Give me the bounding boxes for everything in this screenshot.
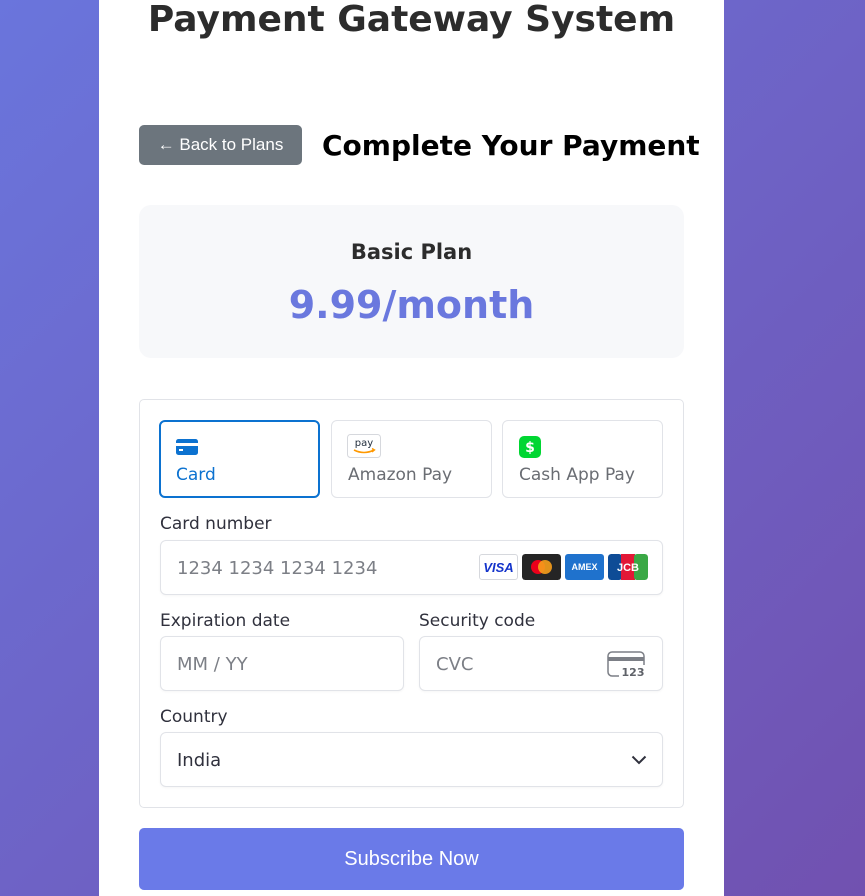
tab-card-label: Card: [176, 465, 216, 485]
mastercard-icon: [522, 554, 561, 580]
plan-summary: Basic Plan 9.99/month: [139, 205, 684, 358]
tab-cash-app-pay-label: Cash App Pay: [519, 465, 635, 485]
card-number-label: Card number: [160, 514, 272, 534]
plan-price: 9.99/month: [288, 283, 535, 327]
subscribe-button[interactable]: Subscribe Now: [139, 828, 684, 890]
amazon-pay-icon-text: pay: [355, 438, 373, 449]
expiration-input[interactable]: MM / YY: [160, 636, 404, 691]
jcb-icon-text: JCB: [617, 562, 639, 574]
country-label: Country: [160, 707, 228, 727]
jcb-icon: JCB: [608, 554, 648, 580]
security-code-placeholder: CVC: [436, 654, 474, 675]
country-value: India: [177, 750, 222, 771]
tab-amazon-pay[interactable]: pay Amazon Pay: [331, 420, 492, 498]
cash-app-icon-text: $: [525, 440, 535, 456]
cvc-icon: 123: [607, 651, 646, 679]
chevron-down-icon: [631, 755, 647, 765]
cash-app-icon: $: [519, 436, 541, 458]
expiration-label: Expiration date: [160, 611, 291, 631]
section-title: Complete Your Payment: [322, 129, 700, 162]
card-icon: [176, 439, 198, 455]
tab-amazon-pay-label: Amazon Pay: [348, 465, 453, 485]
page-title: Payment Gateway System: [147, 0, 676, 40]
country-select[interactable]: India: [160, 732, 663, 787]
payment-card-panel: Payment Gateway System ← Back to Plans C…: [99, 0, 724, 896]
security-code-input[interactable]: CVC 123: [419, 636, 663, 691]
security-code-label: Security code: [419, 611, 536, 631]
back-to-plans-button[interactable]: ← Back to Plans: [139, 125, 302, 165]
plan-name: Basic Plan: [350, 240, 473, 264]
tab-card[interactable]: Card: [159, 420, 320, 498]
tab-cash-app-pay[interactable]: $ Cash App Pay: [502, 420, 663, 498]
cvc-icon-text: 123: [622, 666, 645, 679]
card-number-input[interactable]: 1234 1234 1234 1234 VISA AMEX JCB: [160, 540, 663, 595]
amazon-pay-icon: pay: [347, 434, 381, 458]
payment-element: Card pay Amazon Pay $ Cash App Pay Card …: [139, 399, 684, 808]
expiration-placeholder: MM / YY: [177, 654, 248, 675]
visa-icon: VISA: [479, 554, 518, 580]
amex-icon: AMEX: [565, 554, 604, 580]
card-number-placeholder: 1234 1234 1234 1234: [177, 558, 378, 579]
